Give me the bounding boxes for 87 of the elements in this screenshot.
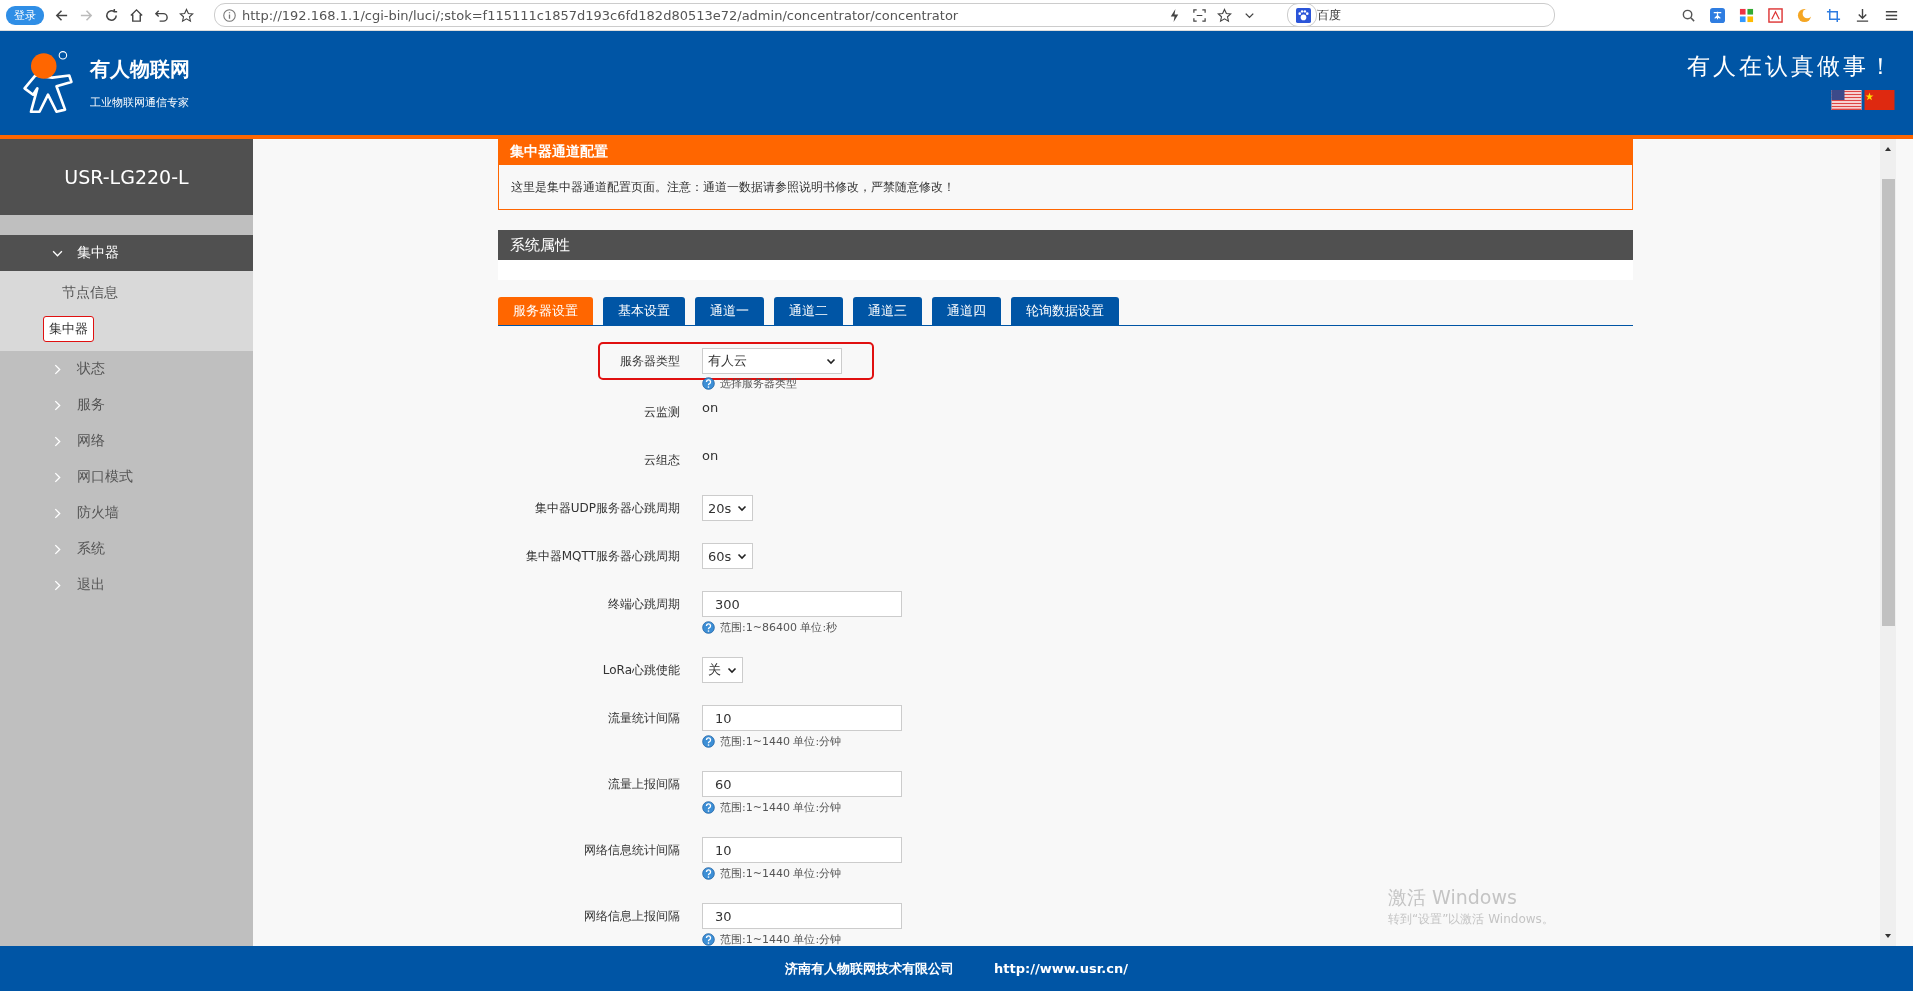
- device-name: USR-LG220-L: [64, 166, 189, 188]
- us-flag-icon[interactable]: [1831, 90, 1862, 110]
- help-text: 范围:1~86400 单位:秒: [720, 619, 838, 635]
- tab[interactable]: 基本设置: [603, 297, 685, 325]
- address-bar[interactable]: http://192.168.1.1/cgi-bin/luci/;stok=f115111c1857d193c6fd182d80513e72/admin/concentrator/concentrator: [214, 3, 1317, 27]
- paw-icon: [1296, 7, 1311, 23]
- menu-item[interactable]: 服务: [0, 387, 253, 423]
- caret-icon: [737, 551, 748, 561]
- dropdown[interactable]: 关: [702, 657, 743, 683]
- input-field[interactable]: 60: [702, 771, 902, 797]
- field-label: 终端心跳周期: [607, 595, 680, 613]
- chevron-icon: [52, 471, 63, 483]
- screenshot-icon[interactable]: [1192, 7, 1207, 23]
- menu-item[interactable]: 状态: [0, 351, 253, 387]
- download-icon[interactable]: [1855, 7, 1870, 23]
- pdf-icon[interactable]: [1768, 7, 1783, 23]
- slogan: 有人在认真做事！: [1687, 52, 1895, 81]
- field-label: 云监测: [643, 403, 680, 421]
- tab[interactable]: 通道三: [853, 297, 922, 325]
- tab[interactable]: 轮询数据设置: [1011, 297, 1119, 325]
- home-icon[interactable]: [129, 7, 144, 23]
- caret-icon: [737, 503, 748, 513]
- company-name: 济南有人物联网技术有限公司: [785, 959, 954, 978]
- help-icon: [702, 734, 715, 748]
- submenu-item[interactable]: 节点信息: [43, 278, 136, 308]
- input-field[interactable]: 10: [702, 705, 902, 731]
- menu-item[interactable]: 集中器: [0, 235, 253, 271]
- star-icon[interactable]: [1217, 7, 1232, 23]
- grid-icon[interactable]: [1739, 7, 1754, 23]
- tab[interactable]: 通道二: [774, 297, 843, 325]
- search-field[interactable]: 百度: [1287, 3, 1555, 27]
- help-icon: [702, 376, 715, 390]
- notice-title: 集中器通道配置: [510, 143, 608, 161]
- info-icon[interactable]: [223, 8, 236, 22]
- field-label: 服务器类型: [619, 352, 680, 370]
- field-label: 集中器MQTT服务器心跳周期: [524, 547, 680, 565]
- scrollbar[interactable]: [1880, 139, 1896, 946]
- chevron-icon: [52, 435, 63, 447]
- tab[interactable]: 通道四: [932, 297, 1001, 325]
- help-text: 范围:1~1440 单位:分钟: [720, 733, 842, 749]
- notice-text: 这里是集中器通道配置页面。注意：通道一数据请参照说明书修改，严禁随意修改！: [511, 178, 955, 196]
- menu-item[interactable]: 网络: [0, 423, 253, 459]
- section-title: 系统属性: [510, 235, 570, 255]
- dropdown[interactable]: 60s: [702, 543, 754, 569]
- help-text: 选择服务器类型: [720, 375, 797, 391]
- chevron-icon: [52, 579, 63, 591]
- chevron-icon: [52, 363, 63, 375]
- website-link[interactable]: http://www.usr.cn/: [994, 961, 1128, 976]
- chevron-icon: [52, 399, 63, 411]
- menu-item[interactable]: 网口模式: [0, 459, 253, 495]
- menu-item[interactable]: 系统: [0, 531, 253, 567]
- help-icon: [702, 866, 715, 880]
- field-label: 网络信息上报间隔: [583, 907, 680, 925]
- input-field[interactable]: 300: [702, 591, 902, 617]
- caret-icon: [727, 665, 737, 675]
- field-value: on: [702, 400, 719, 415]
- brand-name: 有人物联网: [90, 56, 190, 83]
- field-label: LoRa心跳使能: [601, 661, 680, 679]
- chevron-icon: [52, 507, 63, 519]
- menu-item[interactable]: 防火墙: [0, 495, 253, 531]
- input-field[interactable]: 30: [702, 903, 902, 929]
- field-label: 流量上报间隔: [607, 775, 680, 793]
- help-icon: [702, 800, 715, 814]
- star-icon[interactable]: [179, 7, 194, 23]
- search-icon[interactable]: [1681, 7, 1696, 23]
- input-field[interactable]: 10: [702, 837, 902, 863]
- help-text: 范围:1~1440 单位:分钟: [720, 865, 842, 881]
- field-label: 云组态: [643, 451, 680, 469]
- field-label: 网络信息统计间隔: [583, 841, 680, 859]
- field-value: on: [702, 448, 719, 463]
- crop-icon[interactable]: [1826, 7, 1841, 23]
- submenu-item[interactable]: 集中器: [43, 316, 94, 342]
- caret-icon: [826, 356, 836, 366]
- menu-item[interactable]: 退出: [0, 567, 253, 603]
- brand-tagline: 工业物联网通信专家: [90, 95, 190, 110]
- field-label: 集中器UDP服务器心跳周期: [533, 499, 680, 517]
- tab[interactable]: 通道一: [695, 297, 764, 325]
- dropdown[interactable]: 有人云: [702, 348, 842, 374]
- translate-icon[interactable]: [1710, 7, 1725, 23]
- help-text: 范围:1~1440 单位:分钟: [720, 799, 842, 815]
- help-text: 范围:1~1440 单位:分钟: [720, 931, 842, 947]
- chevron-icon: [52, 543, 63, 555]
- field-label: 流量统计间隔: [607, 709, 680, 727]
- help-icon: [702, 620, 715, 634]
- dropdown[interactable]: 20s: [702, 495, 754, 521]
- china-flag-icon[interactable]: [1864, 90, 1895, 110]
- refresh-icon[interactable]: [104, 7, 119, 23]
